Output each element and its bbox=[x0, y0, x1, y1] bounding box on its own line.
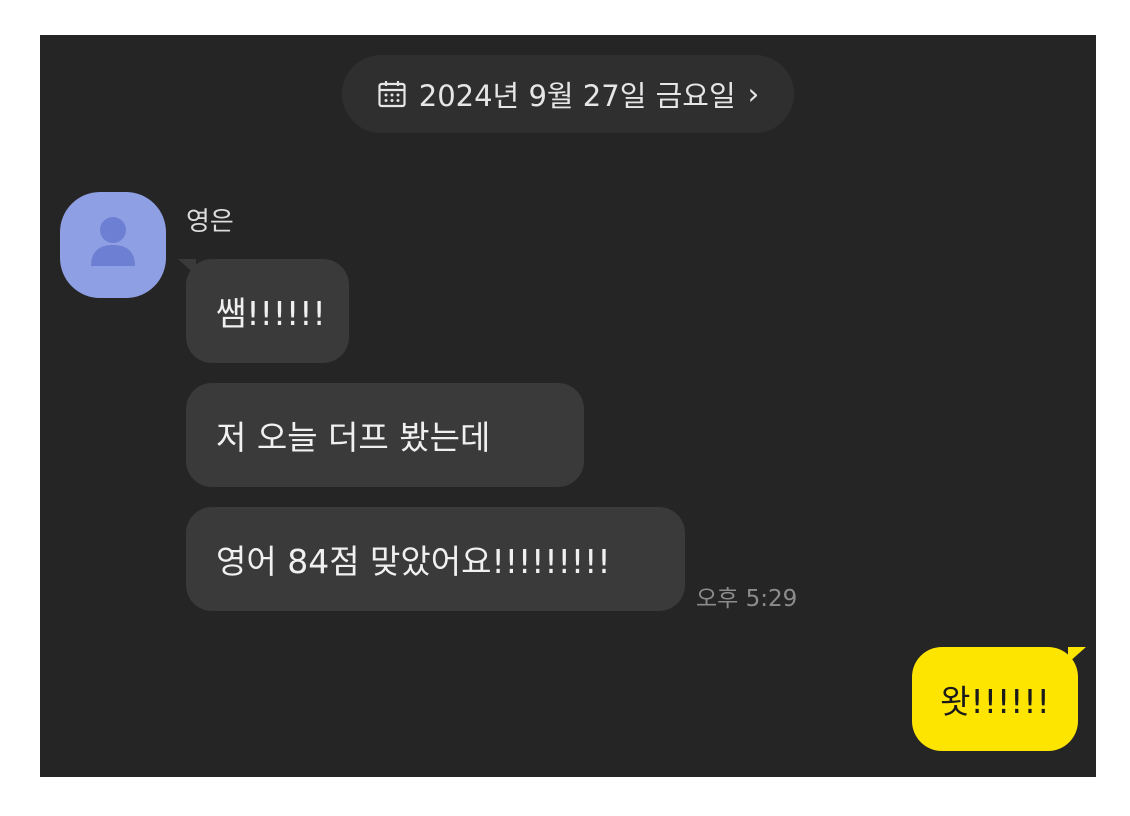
message-timestamp: 오후 5:29 bbox=[696, 586, 798, 612]
calendar-icon bbox=[377, 79, 407, 109]
incoming-message-bubble[interactable]: 영어 84점 맞았어요!!!!!!!!! bbox=[186, 507, 685, 611]
message-text: 왓!!!!!! bbox=[940, 682, 1050, 721]
sender-name: 영은 bbox=[186, 207, 234, 237]
message-text: 쌤!!!!!! bbox=[216, 294, 326, 333]
message-text: 저 오늘 더프 봤는데 bbox=[216, 418, 491, 457]
message-text: 영어 84점 맞았어요!!!!!!!!! bbox=[216, 542, 611, 581]
incoming-message-bubble[interactable]: 저 오늘 더프 봤는데 bbox=[186, 383, 584, 487]
person-icon bbox=[91, 217, 135, 266]
date-header-button[interactable]: 2024년 9월 27일 금요일 › bbox=[342, 55, 794, 133]
sender-avatar[interactable] bbox=[60, 192, 166, 298]
outgoing-message-bubble[interactable]: 왓!!!!!! bbox=[912, 647, 1078, 751]
incoming-message-bubble[interactable]: 쌤!!!!!! bbox=[186, 259, 349, 363]
chat-area[interactable]: 2024년 9월 27일 금요일 › 영은 쌤!!!!!! 저 오늘 더프 봤는… bbox=[40, 35, 1096, 777]
date-label: 2024년 9월 27일 금요일 bbox=[418, 79, 736, 113]
chevron-right-icon: › bbox=[747, 77, 760, 111]
